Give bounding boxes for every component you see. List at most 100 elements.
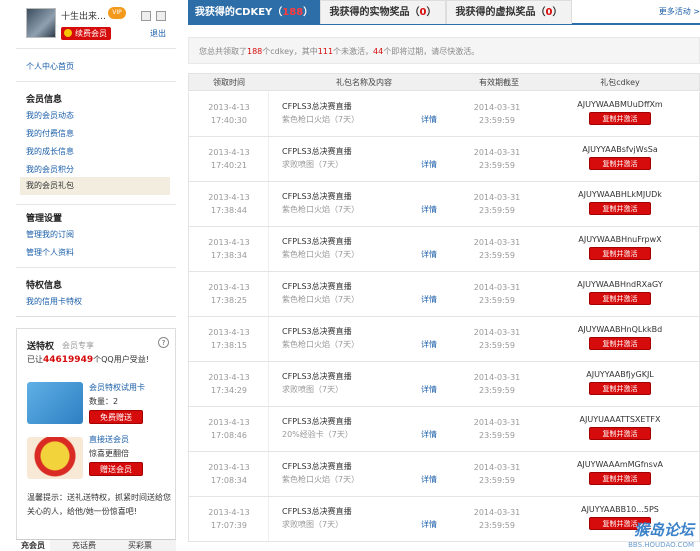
copy-activate-button[interactable]: 复制并激活 <box>589 112 651 125</box>
gift-content: 紫色枪口火焰（7天） <box>282 340 360 349</box>
expiry-day: 2014-03-31 <box>473 238 521 247</box>
expiry-day: 2014-03-31 <box>473 283 521 292</box>
claim-date: 2013-4-13 17:08:46 <box>189 416 269 442</box>
cdkey-value[interactable]: AJUYYAABB10...5PS <box>539 505 700 514</box>
tab-physical-prizes[interactable]: 我获得的实物奖品（0） <box>320 0 446 24</box>
trial-card-title[interactable]: 会员特权试用卡 <box>89 382 145 393</box>
nav-item-growth-info[interactable]: 我的成长信息 <box>26 146 74 157</box>
detail-link[interactable]: 详情 <box>421 519 437 530</box>
qq-penguin-image[interactable] <box>27 437 83 479</box>
copy-activate-button[interactable]: 复制并激活 <box>589 202 651 215</box>
cdkey-value[interactable]: AJUYWAABMUuDffXm <box>539 100 700 109</box>
claim-date-time: 17:08:46 <box>211 431 247 440</box>
expiry-time: 23:59:59 <box>479 476 515 485</box>
nav-item-payment-info[interactable]: 我的付费信息 <box>26 128 74 139</box>
claim-date-time: 17:07:39 <box>211 521 247 530</box>
claim-date-day: 2013-4-13 <box>208 193 250 202</box>
username[interactable]: 十生出来… <box>61 9 106 22</box>
detail-link[interactable]: 详情 <box>421 339 437 350</box>
tab-physical-label: 我获得的实物奖品 <box>329 7 410 18</box>
claim-date-day: 2013-4-13 <box>208 103 250 112</box>
gift-content: 20%经验卡（7天） <box>282 430 353 439</box>
gift-content: 求败喷图（7天） <box>282 385 344 394</box>
claim-date-day: 2013-4-13 <box>208 508 250 517</box>
gift-member-sub: 惊喜更翻倍 <box>89 449 129 458</box>
gift-member-title[interactable]: 直接送会员 <box>89 434 129 445</box>
col-claim-time: 领取时间 <box>213 78 245 87</box>
mail-icon[interactable] <box>141 11 151 21</box>
detail-link[interactable]: 详情 <box>421 204 437 215</box>
copy-activate-button[interactable]: 复制并激活 <box>589 427 651 440</box>
tab-physical-count: 0 <box>419 7 427 18</box>
detail-link[interactable]: 详情 <box>421 294 437 305</box>
nav-item-subscriptions[interactable]: 管理我的订阅 <box>26 229 74 240</box>
expiry-day: 2014-03-31 <box>473 508 521 517</box>
expiry-day: 2014-03-31 <box>473 418 521 427</box>
nav-item-member-news[interactable]: 我的会员动态 <box>26 110 74 121</box>
sidebar: 十生出来… VIP 续费会员 退出 个人中心首页 会员信息 我的会员动态 我的付… <box>16 0 176 551</box>
tab-virtual-prizes[interactable]: 我获得的虚拟奖品（0） <box>446 0 572 24</box>
nav-item-credit-card[interactable]: 我的信用卡特权 <box>26 296 82 307</box>
expiry-date: 2014-03-31 23:59:59 <box>461 371 533 397</box>
copy-activate-button[interactable]: 复制并激活 <box>589 292 651 305</box>
claim-date-time: 17:38:44 <box>211 206 247 215</box>
promo-tip: 温馨提示：送礼送特权，抓紧时间送给您关心的人，给他/她一份惊喜吧! <box>27 493 171 516</box>
cdkey-value[interactable]: AJUYWAABHnQLkkBd <box>539 325 700 334</box>
claim-date-day: 2013-4-13 <box>208 238 250 247</box>
logout-link[interactable]: 退出 <box>150 28 166 39</box>
tab-lottery[interactable]: 买彩票 <box>128 540 152 551</box>
detail-link[interactable]: 详情 <box>421 159 437 170</box>
settings-icon[interactable] <box>156 11 166 21</box>
gift-member-button[interactable]: 赠送会员 <box>89 462 143 476</box>
expiry-time: 23:59:59 <box>479 296 515 305</box>
nav-item-member-gifts[interactable]: 我的会员礼包 <box>20 177 170 195</box>
divider <box>16 81 176 82</box>
table-row: 2013-4-13 17:38:44 CFPLS3总决赛直播 紫色枪口火焰（7天） 详情… <box>188 182 700 227</box>
trial-card-image[interactable] <box>27 382 83 424</box>
tab-recharge-phone[interactable]: 充话费 <box>72 540 96 551</box>
renew-member-badge[interactable]: 续费会员 <box>61 27 111 40</box>
expiry-time: 23:59:59 <box>479 521 515 530</box>
avatar[interactable] <box>26 8 56 38</box>
divider <box>16 204 176 205</box>
cdkey-value[interactable]: AJUYWAABHndRXaGY <box>539 280 700 289</box>
nav-item-profile[interactable]: 管理个人资料 <box>26 247 74 258</box>
copy-activate-button[interactable]: 复制并激活 <box>589 247 651 260</box>
claim-date: 2013-4-13 17:40:21 <box>189 146 269 172</box>
expiry-time: 23:59:59 <box>479 251 515 260</box>
nav-home-link[interactable]: 个人中心首页 <box>26 61 74 72</box>
claim-date: 2013-4-13 17:38:15 <box>189 326 269 352</box>
cdkey-value[interactable]: AJUYWAABHnuFrpwX <box>539 235 700 244</box>
help-icon[interactable]: ? <box>158 337 169 348</box>
gift-name: CFPLS3总决赛直播 <box>282 372 352 381</box>
nav-item-member-points[interactable]: 我的会员积分 <box>26 164 74 175</box>
cdkey-value[interactable]: AJUYWAABHLkMJUDk <box>539 190 700 199</box>
detail-link[interactable]: 详情 <box>421 249 437 260</box>
copy-activate-button[interactable]: 复制并激活 <box>589 472 651 485</box>
tab-recharge-member[interactable]: 充会员 <box>16 540 50 551</box>
cdkey-value[interactable]: AJUYYAABfjyGKJL <box>539 370 700 379</box>
more-activities-link[interactable]: 更多活动 > <box>659 6 700 17</box>
tab-bar: 我获得的CDKEY（188） 我获得的实物奖品（0） 我获得的虚拟奖品（0） 更… <box>188 0 700 25</box>
vip-level-icon[interactable]: VIP <box>108 7 126 19</box>
expiry-time: 23:59:59 <box>479 116 515 125</box>
copy-activate-button[interactable]: 复制并激活 <box>589 382 651 395</box>
tab-cdkey[interactable]: 我获得的CDKEY（188） <box>188 0 320 24</box>
detail-link[interactable]: 详情 <box>421 384 437 395</box>
detail-link[interactable]: 详情 <box>421 474 437 485</box>
detail-link[interactable]: 详情 <box>421 114 437 125</box>
expiry-date: 2014-03-31 23:59:59 <box>461 416 533 442</box>
free-gift-button[interactable]: 免费赠送 <box>89 410 143 424</box>
claim-date: 2013-4-13 17:38:44 <box>189 191 269 217</box>
cdkey-value[interactable]: AJUYWAAAmMGfnsvA <box>539 460 700 469</box>
count-value: 44619949 <box>43 355 94 365</box>
gift-name: CFPLS3总决赛直播 <box>282 147 352 156</box>
copy-activate-button[interactable]: 复制并激活 <box>589 157 651 170</box>
cdkey-value[interactable]: AJUYYAABsfvjWsSa <box>539 145 700 154</box>
table-row: 2013-4-13 17:40:21 CFPLS3总决赛直播 求败喷图（7天） 详情 20… <box>188 137 700 182</box>
claim-date: 2013-4-13 17:40:30 <box>189 101 269 127</box>
gift-content: 求败喷图（7天） <box>282 520 344 529</box>
cdkey-value[interactable]: AJUYUAAATTSXETFX <box>539 415 700 424</box>
detail-link[interactable]: 详情 <box>421 429 437 440</box>
copy-activate-button[interactable]: 复制并激活 <box>589 337 651 350</box>
